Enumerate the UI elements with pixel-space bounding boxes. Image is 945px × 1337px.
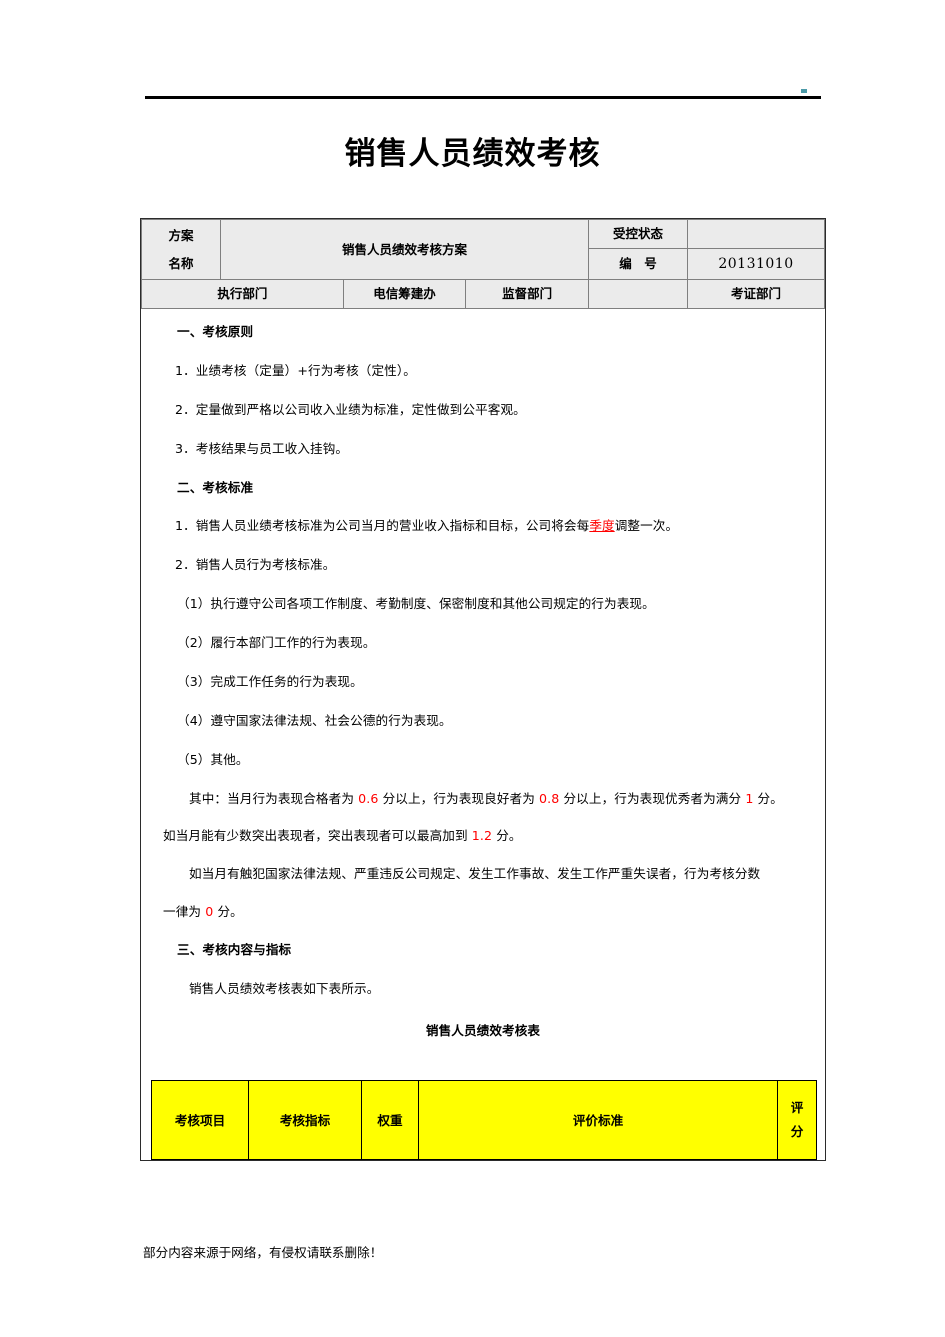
verify-dept-label: 考证部门 <box>687 279 825 310</box>
top-right-mark-icon <box>801 89 807 93</box>
score-text-d: 分。 <box>757 790 783 806</box>
scheme-name-label: 方案 名称 <box>141 218 221 281</box>
penalty-text-c: 分。 <box>217 904 243 920</box>
section-heading-content: 三、考核内容与指标 <box>177 942 292 958</box>
scheme-name-label-line2: 名称 <box>168 255 194 271</box>
score-value-excellent: 1 <box>745 790 754 806</box>
exec-dept-label: 执行部门 <box>141 279 344 310</box>
behavior-sub-item-4: （4）遵守国家法律法规、社会公德的行为表现。 <box>177 712 452 728</box>
score-text-a: 其中：当月行为表现合格者为 <box>189 790 355 806</box>
scheme-name-value: 销售人员绩效考核方案 <box>220 218 589 281</box>
header-divider <box>145 96 821 99</box>
penalty-text-b: 一律为 <box>163 904 202 920</box>
score-text-c: 分以上，行为表现优秀者为满分 <box>563 790 742 806</box>
page-title: 销售人员绩效考核 <box>344 136 601 172</box>
scheme-header-table: 方案 名称 销售人员绩效考核方案 受控状态 编 号 20131010 执行部门 … <box>141 218 825 310</box>
behavior-sub-item-1: （1）执行遵守公司各项工作制度、考勤制度、保密制度和其他公司规定的行为表现。 <box>177 596 655 612</box>
standard-item-2: 2．销售人员行为考核标准。 <box>175 557 336 573</box>
exec-dept-value: 电信筹建办 <box>342 279 467 310</box>
standard-item-1-highlight: 季度 <box>589 518 615 534</box>
section-heading-standards: 二、考核标准 <box>177 479 254 495</box>
document-body-box: 方案 名称 销售人员绩效考核方案 受控状态 编 号 20131010 执行部门 … <box>140 218 826 1161</box>
document-page: 销售人员绩效考核 方案 名称 销售人员绩效考核方案 受控状态 编 号 20131… <box>0 0 945 1337</box>
document-content: 一、考核原则 1．业绩考核（定量）+行为考核（定性）。 2．定量做到严格以公司收… <box>141 309 825 1080</box>
standard-item-1-text-a: 1．销售人员业绩考核标准为公司当月的营业收入指标和目标，公司将会每 <box>175 518 590 534</box>
section-heading-principles: 一、考核原则 <box>177 324 254 340</box>
score-table-caption: 销售人员绩效考核表 <box>425 1022 541 1038</box>
performance-score-table: 考核项目 考核指标 权重 评价标准 评 分 <box>151 1079 817 1160</box>
standard-item-1-text-b: 调整一次。 <box>614 518 679 534</box>
table-row: 方案 名称 销售人员绩效考核方案 受控状态 <box>141 218 825 281</box>
behavior-sub-item-2: （2）履行本部门工作的行为表现。 <box>177 635 376 651</box>
score-threshold-paragraph: 其中：当月行为表现合格者为 0.6 分以上，行为表现良好者为 0.8 分以上，行… <box>163 790 803 808</box>
penalty-text-a: 如当月有触犯国家法律法规、严重违反公司规定、发生工作事故、发生工作严重失误者，行… <box>189 866 761 882</box>
score-text-b: 分以上，行为表现良好者为 <box>382 790 535 806</box>
principle-item-2: 2．定量做到严格以公司收入业绩为标准，定性做到公平客观。 <box>175 401 526 417</box>
column-header-score: 评 分 <box>777 1079 817 1160</box>
controlled-status-label: 受控状态 <box>588 219 688 249</box>
penalty-paragraph: 如当月有触犯国家法律法规、严重违反公司规定、发生工作事故、发生工作严重失误者，行… <box>163 865 803 883</box>
score-value-good: 0.8 <box>539 790 560 806</box>
supervise-dept-value <box>588 279 688 310</box>
column-header-score-line2: 分 <box>790 1123 804 1139</box>
bonus-score-paragraph: 如当月能有少数突出表现者，突出表现者可以最高加到 1.2 分。 <box>163 827 803 845</box>
column-header-criteria: 评价标准 <box>418 1079 778 1160</box>
penalty-zero-paragraph: 一律为 0 分。 <box>163 903 803 921</box>
column-header-score-line1: 评 <box>790 1099 804 1115</box>
column-header-item: 考核项目 <box>151 1079 249 1160</box>
supervise-dept-label: 监督部门 <box>465 279 589 310</box>
principle-item-3: 3．考核结果与员工收入挂钩。 <box>175 440 349 456</box>
scheme-number-value: 20131010 <box>687 247 825 281</box>
table-header-row: 考核项目 考核指标 权重 评价标准 评 分 <box>151 1079 817 1160</box>
score-table-wrapper: 考核项目 考核指标 权重 评价标准 评 分 <box>141 1079 825 1160</box>
principle-item-1: 1．业绩考核（定量）+行为考核（定性）。 <box>175 362 416 378</box>
score-value-max: 1.2 <box>471 828 493 844</box>
column-header-weight: 权重 <box>361 1079 419 1160</box>
behavior-sub-item-5: （5）其他。 <box>177 751 249 767</box>
standard-item-1: 1．销售人员业绩考核标准为公司当月的营业收入指标和目标，公司将会每季度调整一次。 <box>175 517 803 535</box>
table-row: 执行部门 电信筹建办 监督部门 考证部门 <box>141 279 825 310</box>
bonus-text-a: 如当月能有少数突出表现者，突出表现者可以最高加到 <box>163 828 468 844</box>
bonus-text-b: 分。 <box>496 828 522 844</box>
controlled-status-value <box>687 219 825 249</box>
behavior-sub-item-3: （3）完成工作任务的行为表现。 <box>177 673 363 689</box>
header-rule-area <box>145 88 821 100</box>
footer-note: 部分内容来源于网络，有侵权请联系删除！ <box>143 1245 383 1260</box>
score-value-zero: 0 <box>205 904 214 920</box>
scheme-name-label-line1: 方案 <box>168 228 194 244</box>
score-value-pass: 0.6 <box>358 790 379 806</box>
score-table-lead-text: 销售人员绩效考核表如下表所示。 <box>189 980 380 996</box>
scheme-number-label: 编 号 <box>588 247 688 281</box>
column-header-index: 考核指标 <box>248 1079 362 1160</box>
